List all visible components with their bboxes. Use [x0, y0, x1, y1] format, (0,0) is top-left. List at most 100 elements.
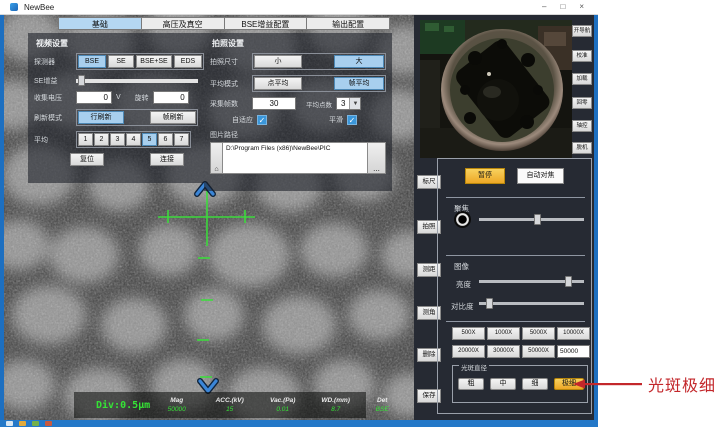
- tab-output-config[interactable]: 输出配置: [307, 17, 390, 30]
- frames-input[interactable]: 30: [252, 97, 296, 110]
- photo-settings-panel: 拍照设置 拍照尺寸 小 大 平均模式 点平均 帧平均 采集帧数: [204, 33, 392, 191]
- mag-20000x-button[interactable]: 20000X: [452, 345, 485, 358]
- status-col-mag: Mag 50000: [150, 397, 203, 413]
- spot-diameter-label: 光斑直径: [459, 362, 489, 372]
- status-col-det: Det BSE: [362, 397, 402, 413]
- focus-knob[interactable]: [454, 211, 471, 228]
- image-path-input[interactable]: D:\Program Files (x86)\NewBee\PIC: [223, 142, 368, 174]
- rotation-input[interactable]: 0: [153, 91, 189, 104]
- minimize-button[interactable]: –: [542, 3, 546, 11]
- windows-taskbar[interactable]: [0, 420, 598, 427]
- detector-eds-button[interactable]: EDS: [174, 55, 202, 68]
- taskbar-icon[interactable]: [32, 421, 39, 426]
- frames-label: 采集帧数: [210, 99, 248, 109]
- status-col-vac: Vac.(Pa) 0.01: [256, 397, 309, 413]
- status-col-acc: ACC.(kV) 15: [203, 397, 256, 413]
- sem-live-image[interactable]: 基础 高压及真空 BSE增益配置 输出配置 视频设置 探测器 BSE SE BS…: [4, 15, 414, 420]
- contrast-slider[interactable]: [479, 298, 584, 309]
- home-icon[interactable]: ⌂: [210, 142, 223, 174]
- axis-control-button[interactable]: 轴控: [572, 120, 592, 132]
- refresh-mode-label: 刷新模式: [34, 113, 72, 123]
- taskbar-icon[interactable]: [6, 421, 13, 426]
- adaptive-checkbox[interactable]: ✓: [257, 115, 267, 125]
- frame-average-button[interactable]: 帧平均: [334, 77, 384, 90]
- tab-hv-vacuum[interactable]: 高压及真空: [142, 17, 225, 30]
- line-refresh-button[interactable]: 行刷新: [78, 111, 124, 124]
- right-control-region: 开导航 校准 加载 回零 轴控 脱机 标尺 拍照 测距 测角 删除 保存 暂停: [414, 15, 594, 420]
- detector-group: BSE SE BSE+SE EDS: [76, 53, 204, 70]
- mag-5000x-button[interactable]: 5000X: [522, 327, 555, 340]
- collect-voltage-label: 收集电压: [34, 93, 72, 103]
- tab-bse-gain-config[interactable]: BSE增益配置: [225, 17, 308, 30]
- mag-500x-button[interactable]: 500X: [452, 327, 485, 340]
- detector-bse-button[interactable]: BSE: [78, 55, 106, 68]
- size-large-button[interactable]: 大: [334, 55, 384, 68]
- mag-1000x-button[interactable]: 1000X: [487, 327, 520, 340]
- taskbar-icon[interactable]: [19, 421, 26, 426]
- smooth-checkbox[interactable]: ✓: [347, 115, 357, 125]
- spot-diameter-group: 光斑直径 粗 中 细 极细: [452, 365, 588, 403]
- spot-fine-button[interactable]: 细: [522, 378, 548, 390]
- video-settings-title: 视频设置: [36, 38, 198, 49]
- average-6-button[interactable]: 6: [158, 133, 173, 146]
- autofocus-button[interactable]: 自动对焦: [517, 168, 564, 184]
- size-small-button[interactable]: 小: [254, 55, 302, 68]
- adaptive-label: 自适应: [232, 115, 253, 125]
- se-gain-slider[interactable]: [76, 75, 198, 86]
- average-4-button[interactable]: 4: [126, 133, 141, 146]
- average-5-button[interactable]: 5: [142, 133, 157, 146]
- focus-slider[interactable]: [479, 214, 584, 225]
- home-zero-button[interactable]: 回零: [572, 97, 592, 109]
- points-label: 平均点数: [306, 99, 332, 109]
- imaging-control-panel: 暂停 自动对焦 聚焦 图像 亮度 对比度: [437, 158, 592, 414]
- points-select[interactable]: 3 ▼: [336, 97, 361, 110]
- newbee-app-window: NewBee – □ ×: [0, 0, 598, 420]
- chevron-down-icon: ▼: [349, 98, 360, 109]
- open-navigation-button[interactable]: 开导航: [572, 25, 592, 37]
- titlebar: NewBee – □ ×: [0, 0, 598, 15]
- close-button[interactable]: ×: [579, 3, 584, 11]
- average-2-button[interactable]: 2: [94, 133, 109, 146]
- annotation-arrow-icon: [570, 376, 644, 392]
- load-button[interactable]: 加载: [572, 73, 592, 85]
- calibrate-button[interactable]: 校准: [572, 50, 592, 62]
- detector-label: 探测器: [34, 57, 72, 67]
- mag-50000x-button[interactable]: 50000X: [522, 345, 555, 358]
- smooth-label: 平滑: [329, 115, 343, 125]
- connect-button[interactable]: 连接: [150, 153, 184, 166]
- pause-button[interactable]: 暂停: [465, 168, 505, 184]
- photo-settings-title: 拍照设置: [212, 38, 386, 49]
- browse-button[interactable]: ...: [368, 142, 386, 174]
- chamber-camera-image: [420, 20, 572, 158]
- collect-voltage-input[interactable]: 0: [76, 91, 112, 104]
- detector-se-button[interactable]: SE: [108, 55, 134, 68]
- average-1-button[interactable]: 1: [78, 133, 93, 146]
- spot-size-annotation: 光斑极细: [570, 372, 716, 396]
- window-border-right: [594, 15, 598, 420]
- avg-mode-label: 平均模式: [210, 79, 248, 89]
- brightness-slider[interactable]: [479, 276, 584, 287]
- detector-bse-se-button[interactable]: BSE+SE: [136, 55, 172, 68]
- app-icon: [10, 3, 18, 11]
- video-settings-panel: 视频设置 探测器 BSE SE BSE+SE EDS SE增益: [28, 33, 204, 183]
- frame-refresh-button[interactable]: 帧刷新: [150, 111, 196, 124]
- spot-medium-button[interactable]: 中: [490, 378, 516, 390]
- maximize-button[interactable]: □: [560, 3, 565, 11]
- status-col-wd: WD.(mm) 8.7: [309, 397, 362, 413]
- average-7-button[interactable]: 7: [174, 133, 189, 146]
- tab-basic[interactable]: 基础: [58, 17, 142, 30]
- scale-division-readout: Div:0.5μm: [96, 400, 150, 411]
- point-average-button[interactable]: 点平均: [254, 77, 302, 90]
- spot-coarse-button[interactable]: 粗: [458, 378, 484, 390]
- mag-30000x-button[interactable]: 30000X: [487, 345, 520, 358]
- mag-10000x-button[interactable]: 10000X: [557, 327, 590, 340]
- taskbar-icon[interactable]: [45, 421, 52, 426]
- magnification-input[interactable]: 50000: [557, 345, 590, 358]
- tab-bar: 基础 高压及真空 BSE增益配置 输出配置: [58, 17, 390, 30]
- status-bar: Div:0.5μm Mag 50000 ACC.(kV) 15 Vac.(Pa)…: [74, 392, 366, 418]
- refresh-mode-group: 行刷新 帧刷新: [76, 109, 198, 126]
- offline-button[interactable]: 脱机: [572, 142, 592, 154]
- reset-button[interactable]: 复位: [70, 153, 104, 166]
- average-3-button[interactable]: 3: [110, 133, 125, 146]
- se-gain-label: SE增益: [34, 76, 72, 86]
